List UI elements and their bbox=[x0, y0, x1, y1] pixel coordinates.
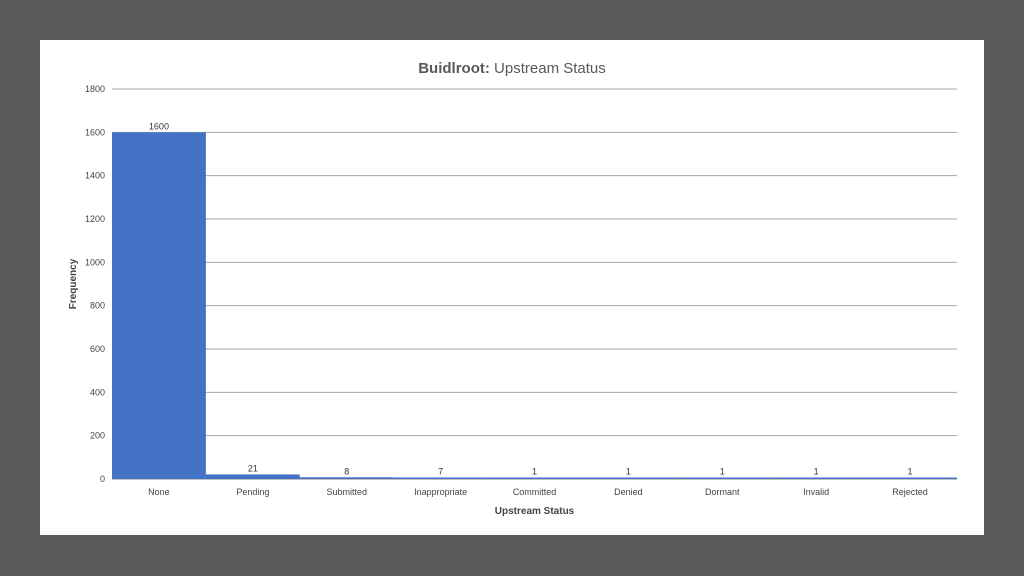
chart-card: Buidlroot: Upstream Status 0 200 400 600 800… bbox=[40, 40, 984, 535]
x-tick-label-submitted: Submitted bbox=[326, 487, 367, 497]
data-label-none: 1600 bbox=[149, 121, 169, 131]
data-label-invalid: 1 bbox=[814, 467, 819, 477]
data-label-denied: 1 bbox=[626, 467, 631, 477]
bar-inappropriate bbox=[393, 477, 488, 479]
bar-dormant bbox=[675, 477, 770, 479]
data-label-pending: 21 bbox=[248, 463, 258, 473]
y-tick-label: 200 bbox=[90, 431, 105, 441]
x-tick-label-inappropriate: Inappropriate bbox=[414, 487, 467, 497]
y-tick-label: 1600 bbox=[85, 127, 105, 137]
gridlines bbox=[112, 88, 957, 480]
y-tick-label: 0 bbox=[100, 474, 105, 484]
y-tick-label: 1200 bbox=[85, 214, 105, 224]
bar-submitted bbox=[299, 477, 394, 479]
bar-committed bbox=[487, 477, 582, 479]
x-tick-labels: None Pending Submitted Inappropriate Committ… bbox=[148, 487, 928, 497]
y-axis-title: Frequency bbox=[68, 258, 79, 309]
data-label-rejected: 1 bbox=[908, 467, 913, 477]
x-tick-label-pending: Pending bbox=[236, 487, 269, 497]
y-tick-label: 1000 bbox=[85, 257, 105, 267]
y-tick-labels: 0 200 400 600 800 1000 1200 1400 1600 1800 bbox=[85, 84, 105, 484]
bar-chart: 0 200 400 600 800 1000 1200 1400 1600 1800 1600 21… bbox=[68, 84, 957, 517]
bar-pending bbox=[205, 474, 300, 479]
data-label-committed: 1 bbox=[532, 467, 537, 477]
y-tick-label: 800 bbox=[90, 301, 105, 311]
bar-none bbox=[112, 132, 206, 479]
y-tick-label: 1400 bbox=[85, 171, 105, 181]
y-tick-label: 600 bbox=[90, 344, 105, 354]
data-label-submitted: 8 bbox=[344, 466, 349, 476]
bar-denied bbox=[581, 477, 676, 479]
x-axis-title: Upstream Status bbox=[495, 506, 575, 517]
x-tick-label-invalid: Invalid bbox=[803, 487, 829, 497]
x-tick-label-dormant: Dormant bbox=[705, 487, 740, 497]
bar-invalid bbox=[769, 477, 864, 479]
data-label-dormant: 1 bbox=[720, 467, 725, 477]
bar-rejected bbox=[863, 477, 957, 479]
y-tick-label: 400 bbox=[90, 387, 105, 397]
x-tick-label-rejected: Rejected bbox=[892, 487, 928, 497]
x-tick-label-none: None bbox=[148, 487, 170, 497]
data-label-inappropriate: 7 bbox=[438, 466, 443, 476]
x-tick-label-committed: Committed bbox=[513, 487, 557, 497]
data-labels: 1600 21 8 7 1 1 1 1 1 bbox=[149, 121, 913, 476]
y-tick-label: 1800 bbox=[85, 84, 105, 94]
x-tick-label-denied: Denied bbox=[614, 487, 643, 497]
